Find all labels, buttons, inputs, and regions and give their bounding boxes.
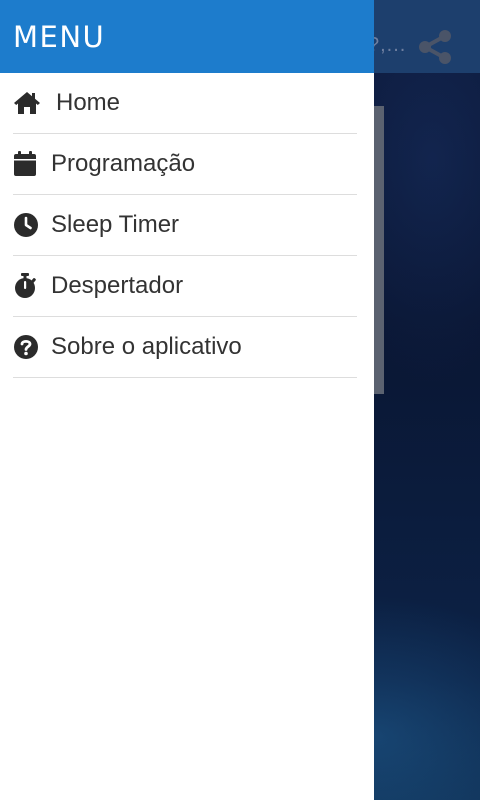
drawer-title: MENU [13, 19, 106, 54]
menu-item-programacao[interactable]: Programação [13, 134, 357, 195]
stopwatch-icon [13, 272, 41, 300]
menu-item-label: Sobre o aplicativo [51, 333, 242, 360]
share-icon[interactable] [416, 28, 454, 66]
question-circle-icon [13, 333, 41, 361]
background-scrollbar [374, 106, 384, 394]
drawer-header: MENU [0, 0, 374, 73]
clock-icon [13, 211, 41, 239]
calendar-icon [13, 150, 41, 178]
menu-item-label: Programação [51, 150, 196, 177]
menu-list: Home Programação Sleep Timer Despertador… [0, 73, 374, 378]
navigation-drawer: MENU Home Programação Sleep Timer Desper… [0, 0, 374, 800]
menu-item-despertador[interactable]: Despertador [13, 256, 357, 317]
menu-item-label: Despertador [51, 272, 184, 299]
menu-item-label: Home [56, 89, 121, 116]
home-icon [13, 89, 41, 117]
menu-item-home[interactable]: Home [13, 73, 357, 134]
menu-item-sleep-timer[interactable]: Sleep Timer [13, 195, 357, 256]
menu-item-label: Sleep Timer [51, 211, 180, 238]
menu-item-sobre[interactable]: Sobre o aplicativo [13, 317, 357, 378]
